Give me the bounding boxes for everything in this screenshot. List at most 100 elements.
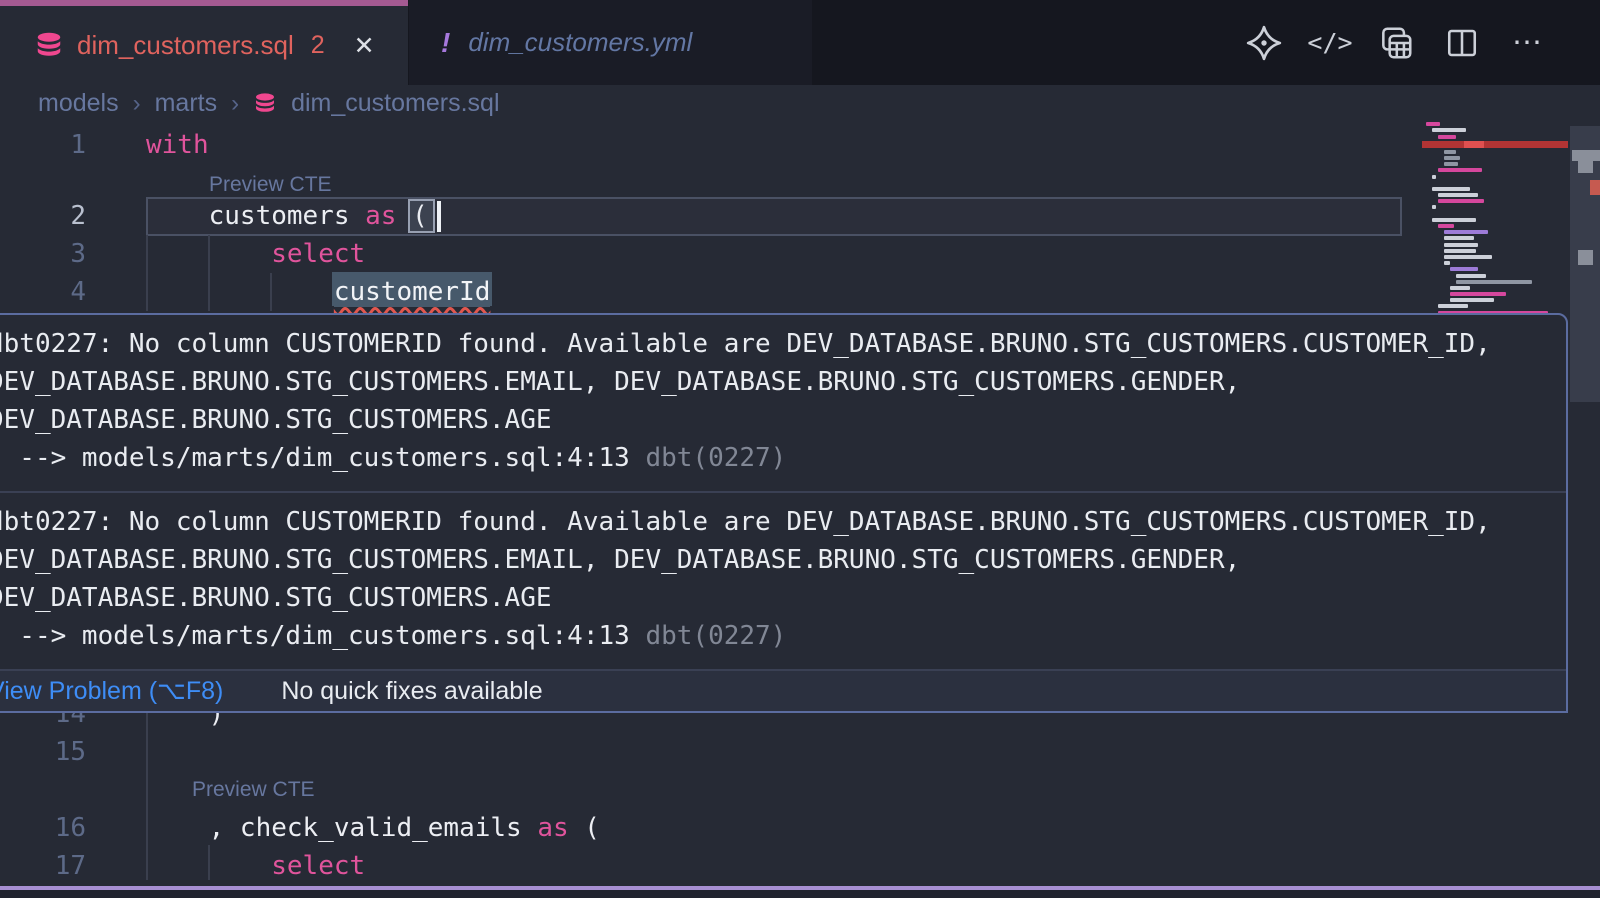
minimap-code-line bbox=[1432, 128, 1466, 132]
code-text: select bbox=[146, 847, 365, 885]
error-message-line: dbt0227: No column CUSTOMERID found. Ava… bbox=[0, 503, 1558, 541]
minimap-code-line bbox=[1438, 304, 1468, 308]
minimap-code-line bbox=[1444, 162, 1458, 166]
minimap-code-line bbox=[1444, 255, 1492, 259]
minimap-code-line bbox=[1444, 230, 1488, 234]
codelens-row[interactable]: Preview CTE bbox=[0, 771, 1404, 809]
scrollbar bbox=[1570, 120, 1600, 898]
line-number[interactable]: 3 bbox=[0, 235, 86, 273]
text-cursor bbox=[437, 201, 441, 232]
code-line-2[interactable]: 2 customers as ( bbox=[0, 197, 1404, 235]
tab-modified-badge: 2 bbox=[311, 31, 325, 60]
minimap-code-line bbox=[1450, 267, 1478, 271]
minimap-code-line bbox=[1426, 122, 1440, 126]
code-line-4[interactable]: 4 customerId bbox=[0, 273, 1404, 311]
close-icon[interactable]: ✕ bbox=[354, 31, 375, 61]
preview-table-icon[interactable] bbox=[1376, 23, 1416, 63]
code-segment bbox=[146, 851, 271, 881]
error-message-line: DEV_DATABASE.BRUNO.STG_CUSTOMERS.AGE bbox=[0, 579, 1558, 617]
code-segment bbox=[146, 277, 334, 307]
code-segment: ( bbox=[412, 201, 428, 231]
breadcrumb-file[interactable]: dim_customers.sql bbox=[291, 89, 499, 118]
minimap-code-line bbox=[1444, 156, 1460, 160]
code-line-1[interactable]: 1 with bbox=[0, 126, 1404, 164]
database-icon bbox=[253, 92, 277, 116]
code-segment: ( bbox=[569, 813, 600, 843]
minimap-code-line bbox=[1432, 187, 1470, 191]
panel-strip bbox=[0, 890, 1600, 898]
minimap-code-line bbox=[1444, 236, 1474, 240]
minimap-code-line bbox=[1450, 286, 1470, 290]
code-segment: as bbox=[537, 813, 568, 843]
code-segment: select bbox=[271, 851, 365, 881]
error-message-block: dbt0227: No column CUSTOMERID found. Ava… bbox=[0, 493, 1566, 669]
overview-ruler-mark bbox=[1578, 250, 1593, 265]
minimap-code-line bbox=[1438, 168, 1482, 172]
split-editor-icon[interactable] bbox=[1442, 23, 1482, 63]
chevron-right-icon: › bbox=[133, 90, 141, 118]
minimap-code-line bbox=[1444, 249, 1476, 253]
minimap-error-line bbox=[1422, 141, 1568, 148]
code-line-17[interactable]: 17 select bbox=[0, 847, 1404, 885]
dbt-logo-icon[interactable] bbox=[1244, 23, 1284, 63]
line-number[interactable]: 2 bbox=[0, 197, 86, 235]
minimap-code-line bbox=[1432, 218, 1476, 222]
minimap-code-line bbox=[1438, 224, 1454, 228]
minimap-blank-line bbox=[1404, 209, 1568, 215]
line-number[interactable]: 4 bbox=[0, 273, 86, 311]
code-text: customers as ( bbox=[146, 197, 428, 235]
code-text: select bbox=[146, 235, 365, 273]
code-line-3[interactable]: 3 select bbox=[0, 235, 1404, 273]
chevron-right-icon: › bbox=[231, 90, 239, 118]
more-actions-icon[interactable]: ⋯ bbox=[1508, 23, 1548, 63]
error-word-highlight: customerId bbox=[334, 277, 491, 307]
view-problem-link[interactable]: View Problem (⌥F8) bbox=[0, 676, 223, 706]
error-file-location[interactable]: --> models/marts/dim_customers.sql:4:13 bbox=[0, 443, 645, 473]
codelens-preview-cte[interactable]: Preview CTE bbox=[192, 773, 315, 807]
tab-dim-customers-sql[interactable]: dim_customers.sql 2 ✕ bbox=[0, 0, 408, 85]
minimap-code-line bbox=[1456, 274, 1486, 278]
database-icon bbox=[34, 31, 64, 61]
error-source-code: dbt(0227) bbox=[645, 443, 786, 473]
line-number[interactable]: 15 bbox=[0, 733, 86, 771]
breadcrumb-models[interactable]: models bbox=[38, 89, 119, 118]
tab-label: dim_customers.sql bbox=[77, 30, 294, 61]
minimap-code-line bbox=[1444, 243, 1478, 247]
tab-bar: dim_customers.sql 2 ✕ ! dim_customers.ym… bbox=[0, 0, 1600, 85]
line-number[interactable]: 1 bbox=[0, 126, 86, 164]
compile-code-icon[interactable]: </> bbox=[1310, 23, 1350, 63]
minimap-code-line bbox=[1450, 298, 1494, 302]
error-location-line: --> models/marts/dim_customers.sql:4:13 … bbox=[0, 617, 1558, 655]
code-segment: customers bbox=[146, 201, 365, 231]
minimap-code-line bbox=[1438, 193, 1478, 197]
code-segment bbox=[396, 201, 412, 231]
error-file-location[interactable]: --> models/marts/dim_customers.sql:4:13 bbox=[0, 621, 645, 651]
minimap-code-line bbox=[1456, 280, 1532, 284]
editor-toolbar: </> ⋯ bbox=[1244, 0, 1548, 85]
no-quick-fixes-text: No quick fixes available bbox=[281, 677, 542, 706]
minimap-code-line bbox=[1444, 150, 1456, 154]
code-line-15[interactable]: 15 bbox=[0, 733, 1404, 771]
line-number[interactable]: 17 bbox=[0, 847, 86, 885]
tab-dim-customers-yml[interactable]: ! dim_customers.yml bbox=[409, 0, 812, 85]
breadcrumb: models › marts › dim_customers.sql bbox=[0, 85, 1600, 122]
minimap-code-line bbox=[1438, 199, 1484, 203]
code-text: with bbox=[146, 126, 209, 164]
minimap-code-line bbox=[1450, 292, 1506, 296]
code-line-16[interactable]: 16 , check_valid_emails as ( bbox=[0, 809, 1404, 847]
minimap-blank-line bbox=[1404, 179, 1568, 185]
minimap-code-line bbox=[1438, 135, 1456, 139]
warning-icon: ! bbox=[441, 27, 450, 59]
tab-label: dim_customers.yml bbox=[468, 27, 692, 58]
overview-ruler-error-mark bbox=[1590, 180, 1600, 195]
breadcrumb-marts[interactable]: marts bbox=[155, 89, 218, 118]
code-segment: select bbox=[271, 239, 365, 269]
popup-footer: View Problem (⌥F8) No quick fixes availa… bbox=[0, 669, 1566, 711]
error-message-line: DEV_DATABASE.BRUNO.STG_CUSTOMERS.AGE bbox=[0, 401, 1558, 439]
overview-ruler-mark bbox=[1578, 161, 1593, 173]
line-number[interactable]: 16 bbox=[0, 809, 86, 847]
problem-hover-popup: dbt0227: No column CUSTOMERID found. Ava… bbox=[0, 313, 1568, 713]
code-segment: , check_valid_emails bbox=[146, 813, 537, 843]
error-message-line: DEV_DATABASE.BRUNO.STG_CUSTOMERS.EMAIL, … bbox=[0, 363, 1558, 401]
minimap-code-line bbox=[1444, 261, 1450, 265]
